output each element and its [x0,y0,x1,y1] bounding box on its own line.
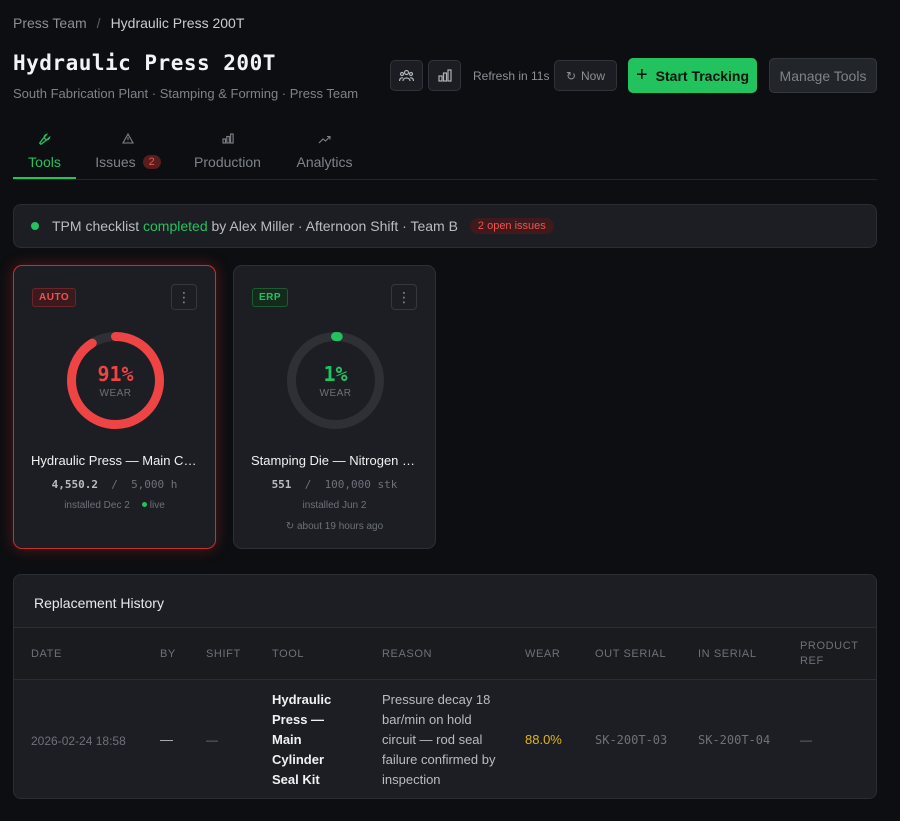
checklist-prefix: TPM checklist [52,218,140,234]
tool-meta: installed Jun 2 [234,500,435,511]
start-tracking-button[interactable]: + Start Tracking [628,58,757,93]
row-shift: — [206,733,218,747]
source-badge: ERP [252,288,289,307]
column-header[interactable]: DATE [31,647,62,662]
tab-production[interactable]: Production [194,130,261,179]
row-out-serial: SK-200T-03 [595,733,668,747]
page-title: Hydraulic Press 200T [13,51,276,75]
row-by: — [160,732,173,747]
bar-chart-icon [437,69,452,82]
tab-production-label: Production [194,154,261,170]
column-header[interactable]: PRODUCT REF [800,639,866,669]
column-header[interactable]: IN SERIAL [698,647,757,662]
breadcrumb-parent-link[interactable]: Press Team [13,15,87,31]
breadcrumb: Press Team / Hydraulic Press 200T [13,15,244,31]
tab-analytics-label: Analytics [296,154,353,170]
column-header[interactable]: SHIFT [206,647,241,662]
usage-limit: 100,000 stk [324,478,398,491]
tool-card[interactable]: AUTO ⋮ 91% WEAR Hydraulic Press — Main C… [13,265,216,549]
checklist-details: by Alex Miller · Afternoon Shift · Team … [211,218,458,234]
card-menu-button[interactable]: ⋮ [171,284,197,310]
live-dot [141,502,147,508]
tab-tools-label: Tools [28,154,61,170]
warning-icon [122,132,134,149]
wear-label: WEAR [319,388,352,399]
plus-icon: + [635,63,648,86]
column-header[interactable]: OUT SERIAL [595,647,666,662]
tab-tools[interactable]: Tools [13,130,76,179]
tpm-checklist-banner: TPM checklist completed by Alex Miller ·… [13,204,877,248]
source-badge: AUTO [32,288,77,307]
wear-label: WEAR [99,388,132,399]
usage-limit: 5,000 h [131,478,178,491]
more-vertical-icon: ⋮ [397,288,411,305]
bar-chart-icon [221,133,234,149]
refresh-now-button[interactable]: ↻ Now [554,60,617,91]
tool-usage: 4,550.2 / 5,000 h [14,478,215,491]
checklist-status: completed [143,218,208,234]
last-sync-time: ↻ about 19 hours ago [285,521,384,532]
refresh-icon: ↻ [565,68,577,83]
status-dot [31,222,39,230]
row-tool: Hydraulic Press — Main Cylinder Seal Kit [272,692,332,787]
start-tracking-label: Start Tracking [655,67,750,84]
refresh-now-label: Now [581,68,606,83]
tool-card[interactable]: ERP ⋮ 1% WEAR Stamping Die — Nitrogen Ga… [233,265,436,549]
column-header[interactable]: WEAR [525,647,560,662]
wear-percent: 91% [97,362,134,386]
tab-bar: Tools Issues 2 Production Analytics [13,130,877,180]
wear-percent: 1% [323,362,348,386]
row-product-ref: — [800,733,812,747]
tab-analytics[interactable]: Analytics [296,130,353,179]
breadcrumb-current: Hydraulic Press 200T [110,15,245,31]
column-header[interactable]: REASON [382,647,432,662]
row-reason: Pressure decay 18 bar/min on hold circui… [382,692,496,787]
replacement-history-panel: Replacement History DATE BY SHIFT TOOL R… [13,574,877,799]
usage-current: 551 [271,478,292,491]
open-issues-badge[interactable]: 2 open issues [469,218,554,234]
row-in-serial: SK-200T-04 [698,733,771,747]
refresh-countdown: Refresh in 11s [473,69,550,83]
trend-icon [318,133,331,149]
usage-current: 4,550.2 [51,478,98,491]
stats-button[interactable] [428,60,461,91]
manage-tools-button[interactable]: Manage Tools [769,58,877,93]
wrench-icon [38,133,51,149]
team-button[interactable] [390,60,423,91]
history-table-header: DATE BY SHIFT TOOL REASON WEAR OUT SERIA… [14,627,876,680]
issues-count-badge: 2 [142,155,161,169]
row-wear: 88.0% [525,732,562,747]
history-title: Replacement History [34,595,164,611]
tool-name: Hydraulic Press — Main Cylinder Seal Kit [31,453,201,468]
more-vertical-icon: ⋮ [177,288,191,305]
installed-date: installed Dec 2 [64,500,130,511]
page-subtitle: South Fabrication Plant · Stamping & For… [13,86,359,101]
live-label: live [149,500,165,511]
usage-separator: / [304,478,312,491]
tab-issues[interactable]: Issues 2 [95,130,161,179]
column-header[interactable]: BY [160,647,176,662]
usage-separator: / [111,478,118,491]
team-icon [399,69,414,82]
tool-usage: 551 / 100,000 stk [234,478,435,491]
tool-name: Stamping Die — Nitrogen Gas Spring [251,453,421,468]
column-header[interactable]: TOOL [272,647,304,662]
tool-meta: installed Dec 2 live [14,500,215,511]
breadcrumb-separator: / [96,15,101,31]
card-menu-button[interactable]: ⋮ [391,284,417,310]
installed-date: installed Jun 2 [302,500,367,511]
tab-issues-label: Issues [95,154,136,170]
row-date: 2026-02-24 18:58 [31,734,126,748]
